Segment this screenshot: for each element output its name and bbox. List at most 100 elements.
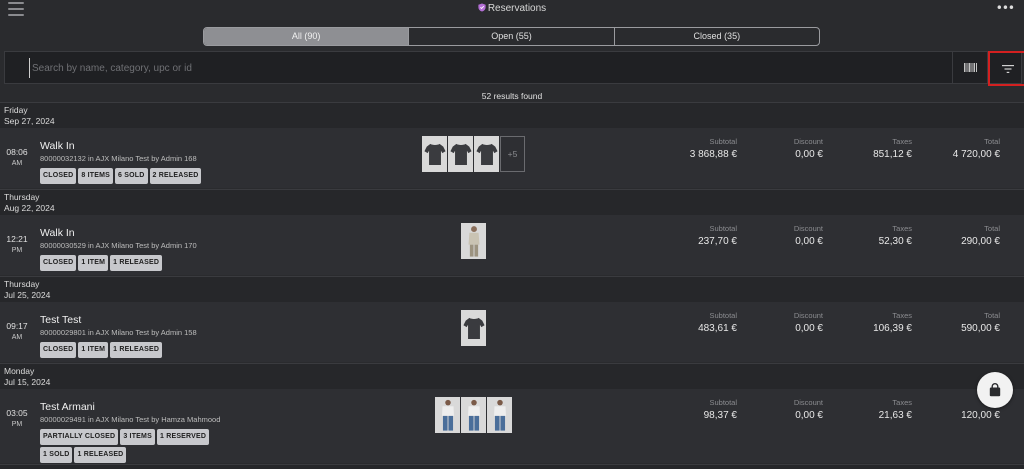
customer-name: Test Armani [40, 401, 95, 413]
status-badge: 6 SOLD [115, 168, 148, 184]
time-period: AM [11, 334, 23, 341]
product-thumbnail[interactable] [461, 223, 486, 259]
product-thumbnail[interactable] [461, 397, 486, 433]
status-badge: CLOSED [40, 168, 77, 184]
status-badge: CLOSED [40, 255, 77, 271]
day-name: Monday [4, 366, 35, 376]
status-badge: 8 ITEMS [78, 168, 114, 184]
shield-icon [478, 3, 486, 12]
time-value: 12:21 [6, 234, 28, 244]
status-badge: 1 ITEM [78, 255, 109, 271]
total-value: 590,00 € [961, 323, 1000, 334]
search-bar [4, 51, 1024, 86]
total-label: Total [984, 311, 1000, 320]
product-thumbnails [435, 397, 513, 433]
results-count: 52 results found [481, 91, 543, 101]
time-period: PM [11, 421, 23, 428]
total-amount: Total 590,00 € [890, 311, 1000, 334]
top-bar: Reservations ••• [0, 0, 1024, 20]
day-date: Jul 25, 2024 [4, 290, 51, 300]
reservation-time: 03:05 PM [5, 408, 29, 428]
reservation-row[interactable]: 09:17 AM Test Test 80000029801 in AJX Milan… [0, 302, 1024, 362]
barcode-button[interactable] [953, 52, 987, 83]
total-value: 290,00 € [961, 236, 1000, 247]
status-badge: 1 RESERVED [156, 429, 210, 445]
status-badge: 1 SOLD [40, 447, 73, 463]
total-label: Total [984, 137, 1000, 146]
time-value: 08:06 [6, 147, 28, 157]
total-amount: Total 290,00 € [890, 224, 1000, 247]
page-title: Reservations [0, 3, 1024, 14]
status-badge: 2 RELEASED [149, 168, 202, 184]
reservation-meta: 80000029491 in AJX Milano Test by Hamza … [40, 415, 221, 424]
search-input[interactable] [29, 58, 929, 78]
time-period: PM [11, 247, 23, 254]
product-thumbnail[interactable] [461, 310, 486, 346]
tab-open[interactable]: Open (55) [408, 28, 613, 45]
shopping-bag-icon [989, 383, 1001, 397]
day-header: Thursday Aug 22, 2024 [0, 189, 1024, 215]
reservation-meta: 80000030529 in AJX Milano Test by Admin … [40, 241, 197, 250]
day-header: Thursday Jul 25, 2024 [0, 276, 1024, 302]
total-amount: Total 4 720,00 € [890, 137, 1000, 160]
product-thumbnail[interactable] [448, 136, 473, 172]
reservation-time: 12:21 PM [5, 234, 29, 254]
status-badges: PARTIALLY CLOSED 3 ITEMS 1 RESERVED 1 SOLD 1… [40, 427, 240, 463]
day-date: Aug 22, 2024 [4, 203, 55, 213]
total-value: 4 720,00 € [952, 149, 1000, 160]
product-thumbnail[interactable] [435, 397, 460, 433]
tab-all[interactable]: All (90) [204, 28, 409, 45]
customer-name: Walk In [40, 140, 75, 152]
customer-info: Walk In 80000032132 in AJX Milano Test by… [40, 140, 197, 163]
barcode-icon [963, 63, 977, 72]
day-header: Monday Jul 15, 2024 [0, 363, 1024, 389]
status-badges: CLOSED 1 ITEM 1 RELEASED [40, 340, 440, 358]
status-badge: 1 ITEM [78, 342, 109, 358]
customer-name: Walk In [40, 227, 75, 239]
status-badge: 3 ITEMS [120, 429, 155, 445]
day-name: Friday [4, 105, 28, 115]
reservations-screen: Reservations ••• All (90) Open (55) Closed… [0, 0, 1024, 469]
customer-name: Test Test [40, 314, 82, 326]
day-header: MondayJul 08, 2024 [0, 464, 1024, 469]
day-date: Jul 15, 2024 [4, 377, 51, 387]
reservation-time: 08:06 AM [5, 147, 29, 167]
time-value: 09:17 [6, 321, 28, 331]
new-reservation-button[interactable] [977, 372, 1013, 408]
reservation-row[interactable]: 08:06 AM Walk In 80000032132 in AJX Milano … [0, 128, 1024, 188]
product-thumbnails [461, 310, 487, 346]
status-badge: 1 RELEASED [74, 447, 127, 463]
reservation-meta: 80000032132 in AJX Milano Test by Admin … [40, 154, 197, 163]
status-badges: CLOSED 1 ITEM 1 RELEASED [40, 253, 440, 271]
product-thumbnail[interactable] [422, 136, 447, 172]
day-date: Sep 27, 2024 [4, 116, 55, 126]
status-badge: CLOSED [40, 342, 77, 358]
reservation-row[interactable]: 12:21 PM Walk In 80000030529 in AJX Milano … [0, 215, 1024, 275]
status-badge: 1 RELEASED [110, 342, 163, 358]
product-thumbnails: +5 [422, 136, 525, 172]
product-thumbnails [461, 223, 487, 259]
more-items-count[interactable]: +5 [500, 136, 525, 172]
status-tabs: All (90) Open (55) Closed (35) [203, 27, 820, 46]
customer-info: Test Armani 80000029491 in AJX Milano Tes… [40, 401, 220, 424]
status-badge: 1 RELEASED [110, 255, 163, 271]
total-value: 120,00 € [961, 410, 1000, 421]
total-label: Total [984, 224, 1000, 233]
tab-closed[interactable]: Closed (35) [613, 28, 819, 45]
customer-info: Test Test 80000029801 in AJX Milano Test … [40, 314, 197, 337]
reservation-time: 09:17 AM [5, 321, 29, 341]
day-name: Thursday [4, 279, 40, 289]
status-badges: CLOSED 8 ITEMS 6 SOLD 2 RELEASED [40, 166, 440, 184]
filter-icon [1001, 64, 1014, 73]
filter-button[interactable] [988, 51, 1024, 86]
app-title-text: Reservations [487, 3, 547, 14]
day-name: Thursday [4, 192, 40, 202]
more-horizontal-icon[interactable]: ••• [996, 1, 1015, 15]
product-thumbnail[interactable] [474, 136, 499, 172]
time-value: 03:05 [6, 408, 28, 418]
customer-info: Walk In 80000030529 in AJX Milano Test by… [40, 227, 197, 250]
day-header: Friday Sep 27, 2024 [0, 102, 1024, 128]
product-thumbnail[interactable] [487, 397, 512, 433]
reservation-row[interactable]: 03:05 PM Test Armani 80000029491 in AJX Mil… [0, 389, 1024, 463]
time-period: AM [11, 160, 23, 167]
